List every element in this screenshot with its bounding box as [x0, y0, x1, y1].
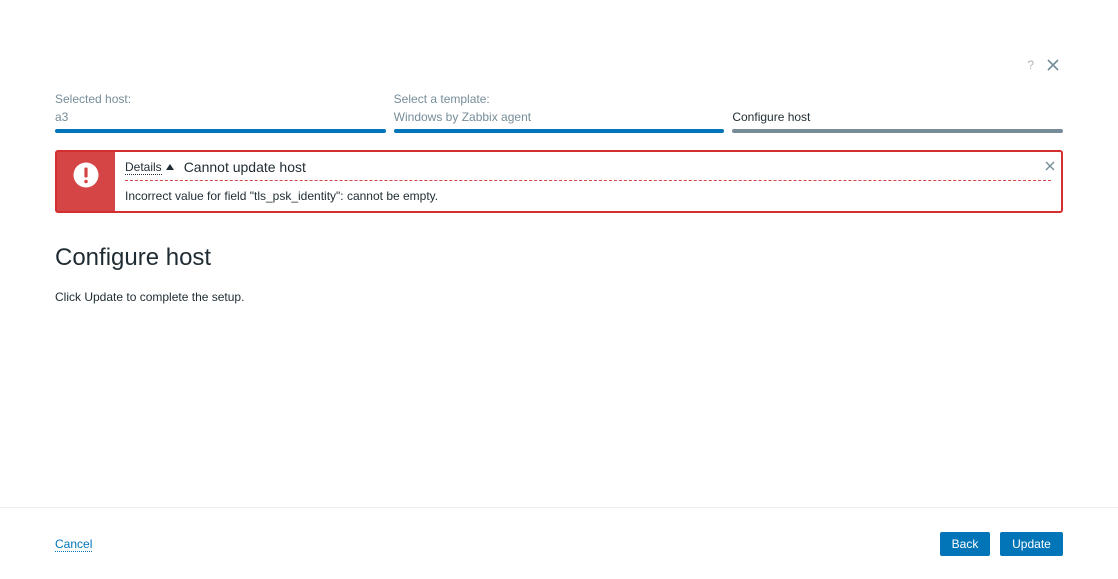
page-title: Configure host — [55, 244, 212, 271]
step-label: Selected host: — [55, 92, 132, 106]
step-progress-bar — [732, 129, 1064, 133]
step-configure-host: Configure host — [732, 92, 1064, 134]
step-value: Configure host — [732, 110, 811, 124]
close-message-icon[interactable] — [1045, 158, 1055, 171]
error-title: Cannot update host — [183, 159, 306, 175]
cancel-link[interactable]: Cancel — [55, 537, 93, 552]
dialog-footer: Cancel Back Update — [0, 507, 1118, 579]
update-button[interactable]: Update — [1000, 532, 1063, 556]
close-icon[interactable] — [1046, 58, 1060, 72]
error-message-header: Details Cannot update host — [125, 158, 1051, 181]
step-select-template: Select a template: Windows by Zabbix age… — [393, 92, 725, 134]
error-detail: Incorrect value for field "tls_psk_ident… — [125, 189, 439, 203]
step-selected-host: Selected host: a3 — [55, 92, 386, 134]
error-icon-cell — [57, 152, 115, 211]
arrow-up-icon[interactable] — [165, 164, 174, 170]
step-value: Windows by Zabbix agent — [393, 110, 532, 124]
wizard-steps: Selected host: a3 Select a template: Win… — [55, 92, 1064, 134]
dialog-controls: ? — [1027, 57, 1060, 73]
error-icon — [73, 162, 99, 188]
step-label: Select a template: — [393, 92, 490, 106]
help-button[interactable]: ? — [1027, 57, 1034, 73]
error-message-box: Details Cannot update host Incorrect val… — [55, 150, 1063, 213]
step-progress-bar — [393, 129, 725, 133]
step-progress-bar — [55, 129, 386, 133]
host-wizard-dialog: ? Selected host: a3 Select a template: W… — [0, 0, 1118, 579]
details-toggle-link[interactable]: Details — [125, 160, 162, 175]
back-button[interactable]: Back — [940, 532, 990, 556]
page-description: Click Update to complete the setup. — [55, 290, 245, 304]
error-message-content: Details Cannot update host Incorrect val… — [115, 152, 1061, 211]
step-value: a3 — [55, 110, 69, 124]
